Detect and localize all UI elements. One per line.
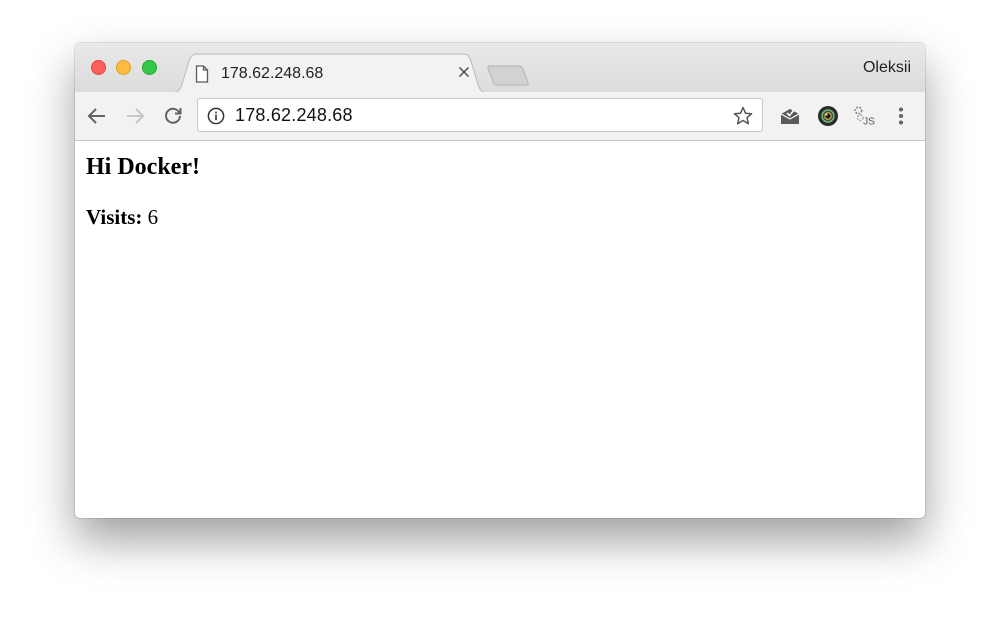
tab-label-area: 178.62.248.68 <box>195 59 485 89</box>
minimize-window-button[interactable] <box>116 60 131 75</box>
document-icon <box>195 65 209 83</box>
tab-close-icon[interactable] <box>452 60 476 84</box>
page-content: Hi Docker! Visits: 6 <box>75 141 925 518</box>
address-bar[interactable]: 178.62.248.68 <box>197 98 763 132</box>
page-heading: Hi Docker! <box>86 154 200 180</box>
visits-count: 6 <box>147 205 159 229</box>
camera-extension-icon[interactable] <box>816 104 840 128</box>
svg-text:JS: JS <box>863 116 875 127</box>
star-icon[interactable] <box>732 105 754 127</box>
reload-icon[interactable] <box>161 104 185 128</box>
new-tab-button[interactable] <box>485 63 533 87</box>
back-arrow-icon[interactable] <box>85 104 109 128</box>
maximize-window-button[interactable] <box>142 60 157 75</box>
title-bar: 178.62.248.68 Oleksii <box>75 43 925 93</box>
browser-window: 178.62.248.68 Oleksii 178.62.248.68 JS H… <box>75 43 925 518</box>
info-icon[interactable] <box>207 107 225 125</box>
js-extension-icon[interactable]: JS <box>852 104 876 128</box>
browser-toolbar: 178.62.248.68 JS <box>75 92 925 141</box>
tab-title: 178.62.248.68 <box>221 65 324 82</box>
mail-extension-icon[interactable] <box>778 104 802 128</box>
forward-arrow-icon[interactable] <box>123 104 147 128</box>
profile-name[interactable]: Oleksii <box>863 59 911 77</box>
visits-line: Visits: 6 <box>86 205 158 230</box>
url-text[interactable]: 178.62.248.68 <box>235 105 353 126</box>
visits-label: Visits: <box>86 205 143 229</box>
more-vertical-icon[interactable] <box>889 104 913 128</box>
close-window-button[interactable] <box>91 60 106 75</box>
